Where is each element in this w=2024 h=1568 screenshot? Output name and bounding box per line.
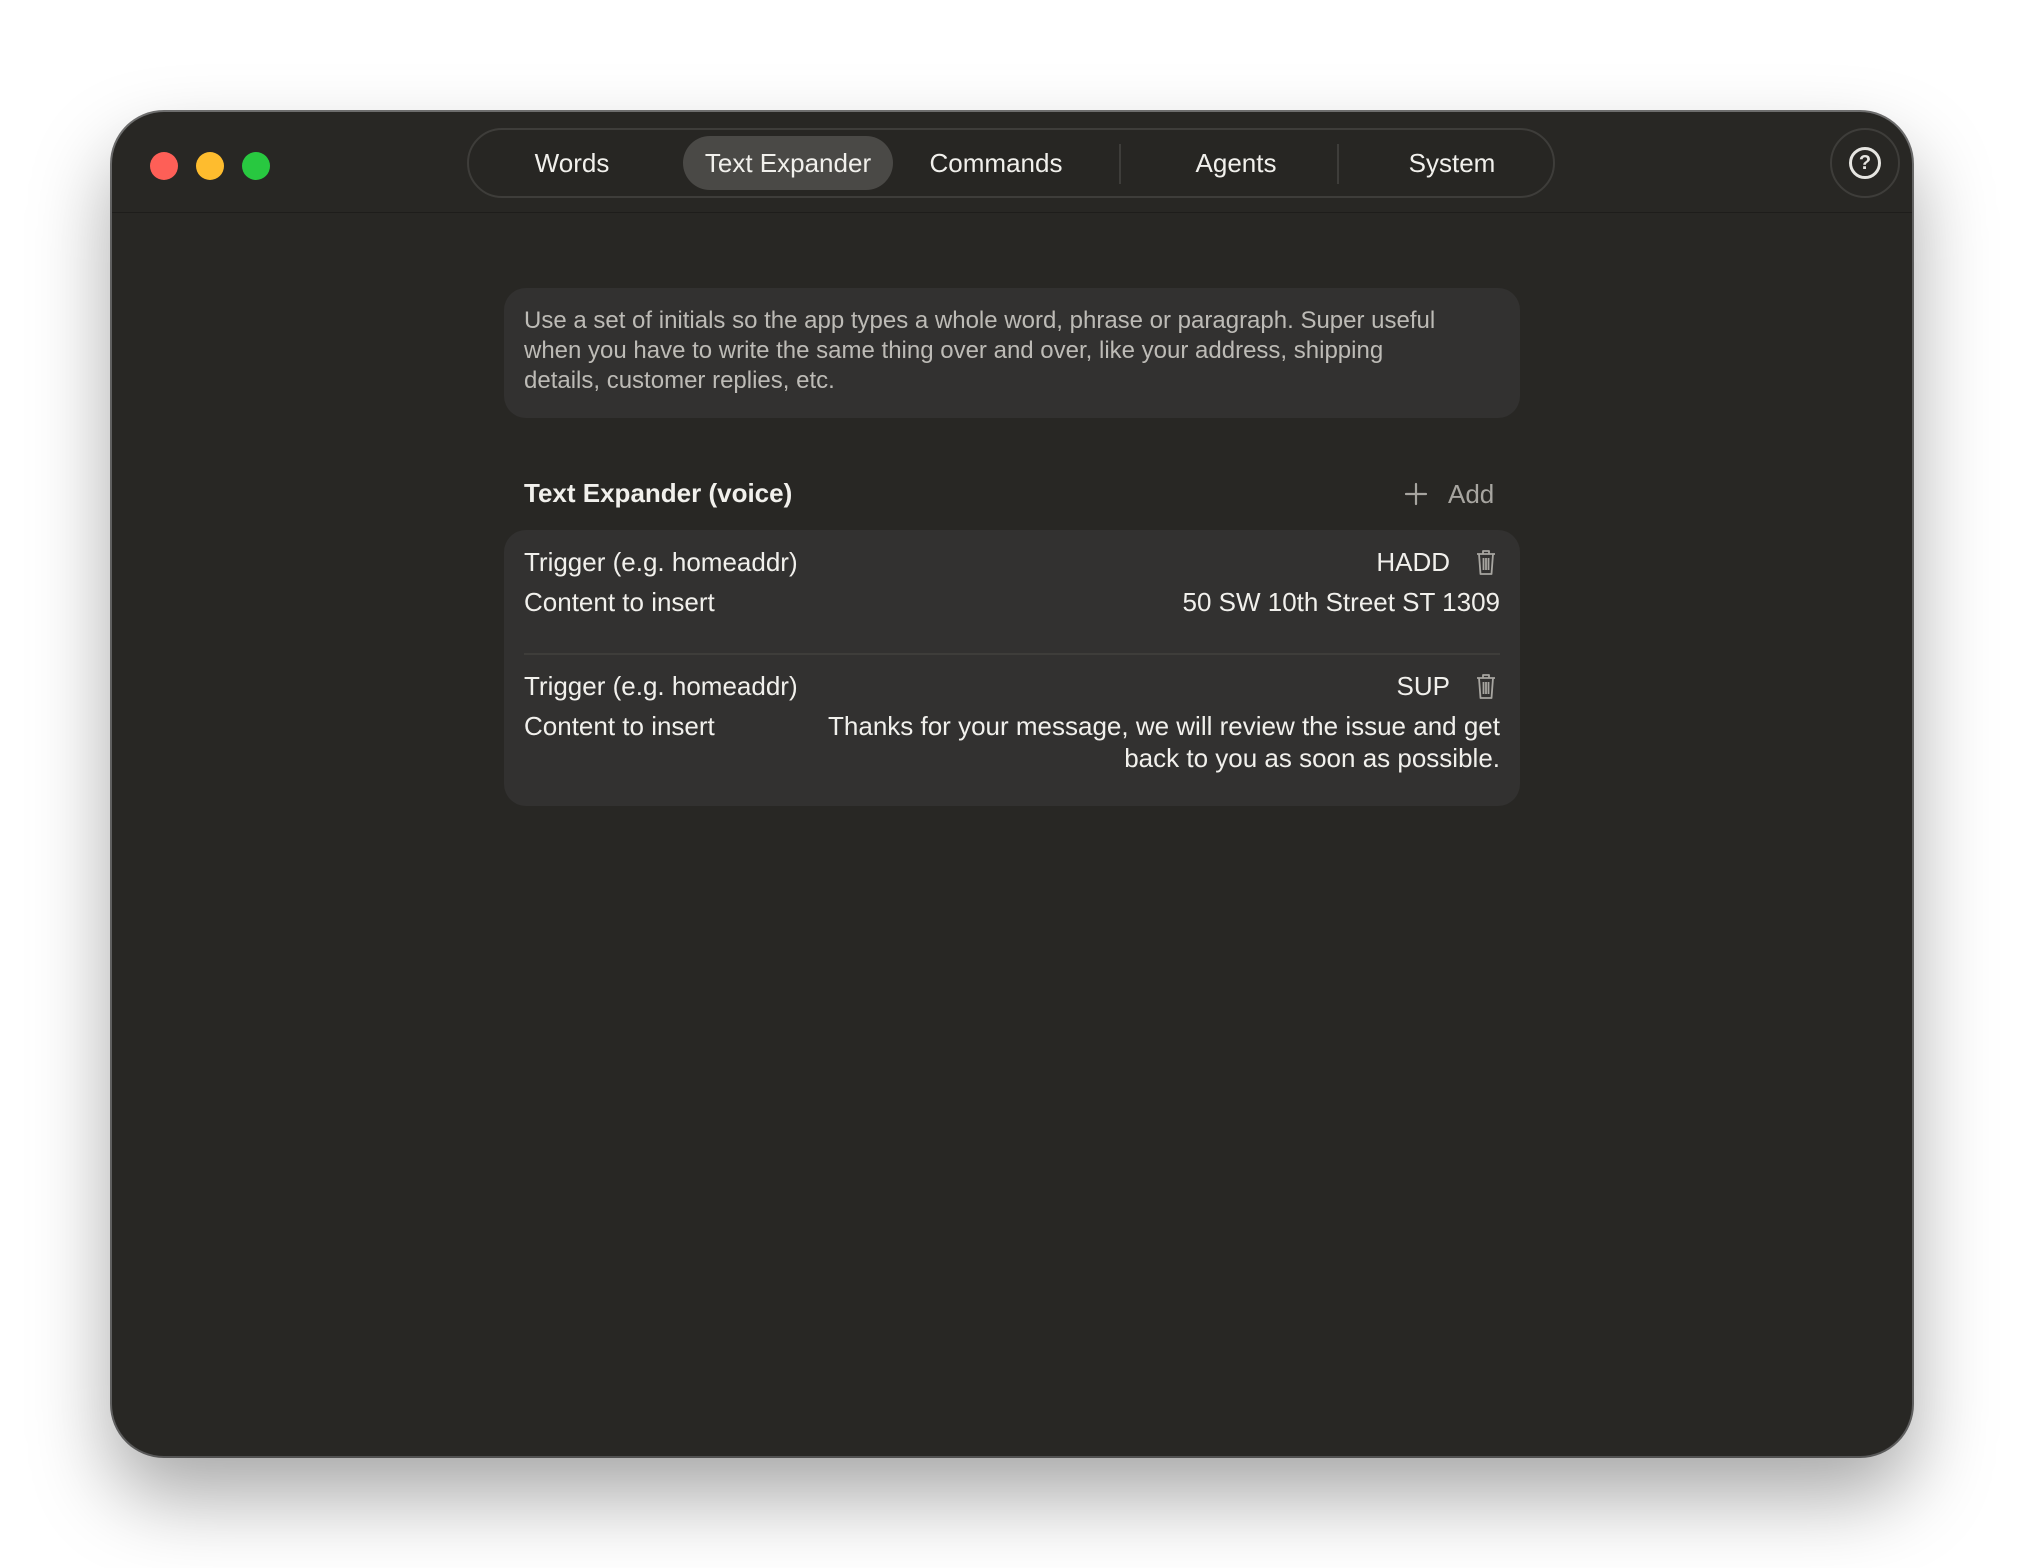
- add-button[interactable]: Add: [1404, 474, 1524, 514]
- plus-icon: [1404, 482, 1428, 506]
- description-line: when you have to write the same thing ov…: [524, 337, 1384, 364]
- question-circle-icon: ?: [1849, 147, 1881, 179]
- app-window: Words Text Expander Commands Agents Syst…: [112, 112, 1912, 1456]
- row-divider: [524, 653, 1500, 655]
- tab-system[interactable]: System: [1357, 136, 1547, 190]
- title-bar: Words Text Expander Commands Agents Syst…: [112, 112, 1912, 213]
- tab-bar: Words Text Expander Commands Agents Syst…: [467, 128, 1555, 198]
- tab-separator: [1119, 144, 1121, 184]
- tab-text-expander[interactable]: Text Expander: [683, 136, 893, 190]
- tab-agents[interactable]: Agents: [1141, 136, 1331, 190]
- content-value[interactable]: 50 SW 10th Street ST 1309: [1183, 586, 1500, 618]
- tab-commands[interactable]: Commands: [901, 136, 1091, 190]
- section-title: Text Expander (voice): [524, 478, 793, 508]
- trash-icon[interactable]: [1474, 672, 1498, 700]
- content-label: Content to insert: [524, 711, 715, 741]
- tab-separator: [1337, 144, 1339, 184]
- content-label: Content to insert: [524, 587, 715, 617]
- close-window-button[interactable]: [150, 152, 178, 180]
- tab-words[interactable]: Words: [497, 136, 647, 190]
- add-button-label: Add: [1448, 479, 1495, 509]
- trash-icon[interactable]: [1474, 548, 1498, 576]
- zoom-window-button[interactable]: [242, 152, 270, 180]
- expander-list: Trigger (e.g. homeaddr) HADD Content to …: [504, 530, 1520, 806]
- content-value[interactable]: Thanks for your message, we will review …: [828, 710, 1500, 742]
- description-line: details, customer replies, etc.: [524, 367, 835, 394]
- help-button[interactable]: ?: [1830, 128, 1900, 198]
- trigger-value[interactable]: SUP: [1397, 670, 1450, 702]
- trigger-value[interactable]: HADD: [1376, 546, 1450, 578]
- trigger-label: Trigger (e.g. homeaddr): [524, 671, 798, 701]
- description-line: Use a set of initials so the app types a…: [524, 307, 1436, 334]
- minimize-window-button[interactable]: [196, 152, 224, 180]
- description-card: Use a set of initials so the app types a…: [504, 288, 1520, 418]
- trigger-label: Trigger (e.g. homeaddr): [524, 547, 798, 577]
- content-value-continued[interactable]: back to you as soon as possible.: [1124, 742, 1500, 774]
